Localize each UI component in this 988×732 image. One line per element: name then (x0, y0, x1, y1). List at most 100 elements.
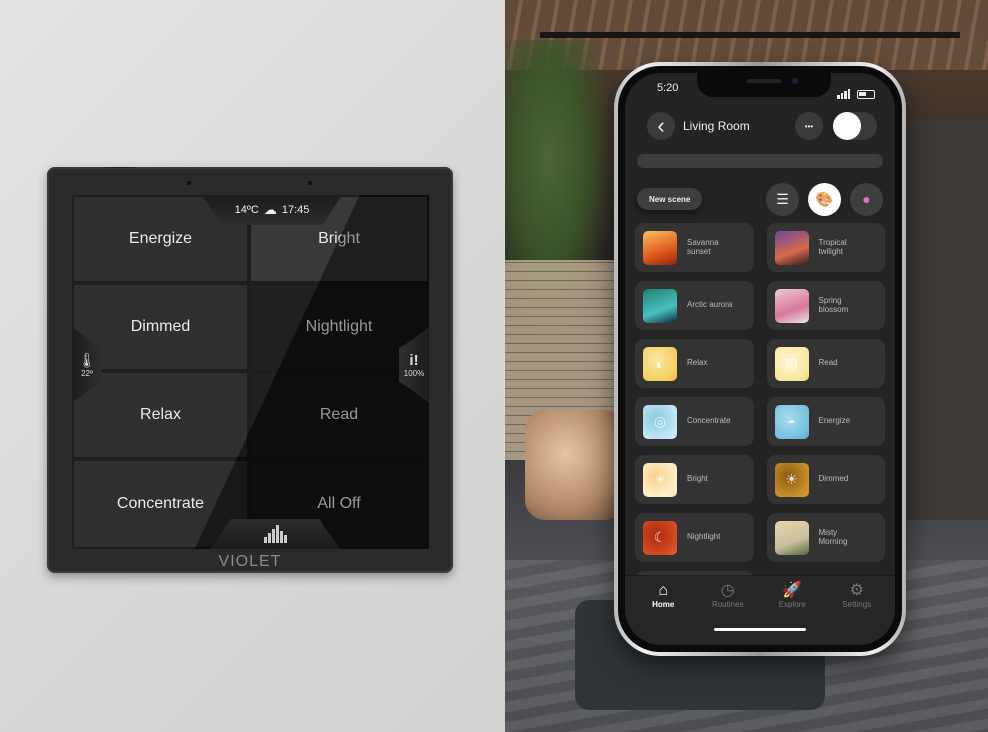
tab-explore[interactable]: 🚀 Explore (762, 582, 822, 609)
brightness-slider[interactable] (637, 154, 883, 168)
cloudy-sun-icon: ☁ (263, 202, 277, 217)
scene-card[interactable]: Misty Morning (766, 513, 885, 562)
fireplace-wall (898, 120, 988, 520)
scene-label: Nightlight (687, 532, 721, 542)
color-pin-icon: ● (862, 191, 871, 207)
toggle-knob (833, 112, 861, 140)
equalizer-icon (264, 525, 287, 543)
scene-label: Energize (128, 230, 193, 247)
scene-card[interactable]: ☾ Nightlight (635, 513, 754, 562)
outdoor-temperature: 14ºC (234, 204, 259, 216)
scene-thumbnail: ☀ (643, 462, 677, 497)
scene-thumbnail: ☀ (774, 462, 809, 497)
scene-label: Concentrate (116, 495, 205, 512)
color-pin-button[interactable]: ● (850, 182, 883, 216)
room-power-toggle[interactable] (833, 112, 877, 140)
hue-app-screen: 5:20 ‹ Living Room ••• New scene ☰ 🎨 ● S… (625, 73, 895, 645)
scene-card[interactable]: ◎ Concentrate (635, 397, 754, 446)
scene-label: Energize (818, 416, 851, 426)
tab-label: Home (652, 600, 675, 609)
tab-label: Routines (711, 600, 744, 609)
scene-grid: Savanna sunset Tropical twilight Arctic au… (635, 223, 885, 591)
scene-card[interactable]: ◐ Relax (635, 339, 754, 388)
room-title: Living Room (683, 119, 750, 133)
panel-sensor (308, 181, 312, 185)
scene-card[interactable]: ☀ Dimmed (766, 455, 885, 504)
wall-background: Energize Bright Dimmed Nightlight Relax … (0, 0, 505, 732)
more-icon: ••• (804, 121, 814, 131)
panel-scene-read[interactable]: Read (251, 373, 427, 457)
tab-routines[interactable]: ◷ Routines (698, 582, 758, 609)
scene-thumbnail (774, 230, 809, 265)
rocket-icon: 🚀 (782, 582, 803, 599)
tab-label: Settings (842, 600, 872, 609)
scene-thumbnail: ◓ (774, 404, 809, 439)
scene-label: Read (818, 358, 838, 368)
scene-card[interactable]: ▤ Read (766, 339, 885, 388)
scene-thumbnail (774, 520, 809, 555)
smartphone: 5:20 ‹ Living Room ••• New scene ☰ 🎨 ● S… (614, 62, 906, 656)
panel-screen: Energize Bright Dimmed Nightlight Relax … (72, 195, 429, 549)
panel-sensor (187, 181, 191, 185)
new-scene-button[interactable]: New scene (637, 188, 703, 210)
tab-settings[interactable]: ⚙ Settings (827, 582, 887, 609)
scene-label: Relax (687, 358, 708, 368)
list-icon: ☰ (776, 190, 789, 207)
scene-label: Read (319, 406, 359, 423)
palette-icon: 🎨 (815, 190, 834, 207)
info-alert-icon: i! (409, 352, 419, 369)
back-icon: ‹ (657, 113, 665, 138)
scene-thumbnail: ☾ (643, 520, 677, 555)
room-temperature: 22º (81, 369, 93, 378)
clock-icon: ◷ (720, 582, 735, 599)
scene-label: Spring blossom (818, 295, 849, 314)
tab-label: Explore (778, 600, 806, 609)
brand-logo: VIOLET (218, 553, 282, 570)
panel-scene-relax[interactable]: Relax (74, 373, 247, 457)
status-icons (837, 81, 875, 99)
room-header: ‹ Living Room ••• (647, 111, 877, 141)
weather-clock-tab[interactable]: 14ºC ☁ 17:45 (202, 195, 342, 225)
lounge-chair (525, 410, 625, 520)
scene-thumbnail (643, 230, 677, 265)
scene-card[interactable]: Savanna sunset (635, 223, 754, 272)
home-indicator[interactable] (714, 628, 806, 631)
signal-icon (837, 81, 851, 99)
scene-card[interactable]: Spring blossom (766, 281, 885, 330)
scene-thumbnail (774, 288, 809, 323)
list-view-button[interactable]: ☰ (766, 182, 799, 216)
scene-thumbnail: ▤ (774, 346, 809, 381)
scene-label: Relax (140, 406, 181, 423)
gear-icon: ⚙ (849, 582, 864, 599)
more-options-button[interactable]: ••• (795, 112, 823, 140)
back-button[interactable]: ‹ (647, 112, 675, 140)
scene-card[interactable]: ☀ Bright (635, 455, 754, 504)
scene-label: Dimmed (818, 474, 849, 484)
scene-label: Savanna sunset (687, 237, 719, 256)
scene-label: Bright (687, 474, 708, 484)
tab-home[interactable]: ⌂ Home (633, 582, 693, 609)
scene-card[interactable]: ◓ Energize (766, 397, 885, 446)
scene-card[interactable]: Arctic aurora (635, 281, 754, 330)
scene-label: Tropical twilight (818, 237, 847, 256)
home-icon: ⌂ (658, 582, 669, 599)
scene-card[interactable]: Tropical twilight (766, 223, 885, 272)
battery-icon (857, 90, 875, 99)
palette-view-button[interactable]: 🎨 (808, 182, 841, 216)
audio-tab[interactable] (210, 519, 340, 549)
scene-label: Misty Morning (818, 527, 848, 546)
scene-label: Concentrate (687, 416, 731, 426)
scene-thumbnail: ◎ (643, 404, 677, 439)
violet-touch-panel: Energize Bright Dimmed Nightlight Relax … (47, 167, 453, 573)
clock-time: 17:45 (281, 204, 310, 216)
panel-side-button[interactable] (105, 167, 135, 168)
phone-notch (697, 73, 831, 97)
scene-label: Dimmed (130, 318, 191, 335)
thermometer-icon: 🌡 (78, 352, 96, 368)
status-time: 5:20 (657, 82, 679, 94)
scene-label: Bright (318, 230, 360, 247)
scene-label: Nightlight (305, 318, 373, 335)
scene-label: Arctic aurora (687, 300, 733, 310)
scene-label: All Off (317, 495, 361, 512)
bottom-tab-bar: ⌂ Home ◷ Routines 🚀 Explore ⚙ Settings (625, 575, 895, 645)
